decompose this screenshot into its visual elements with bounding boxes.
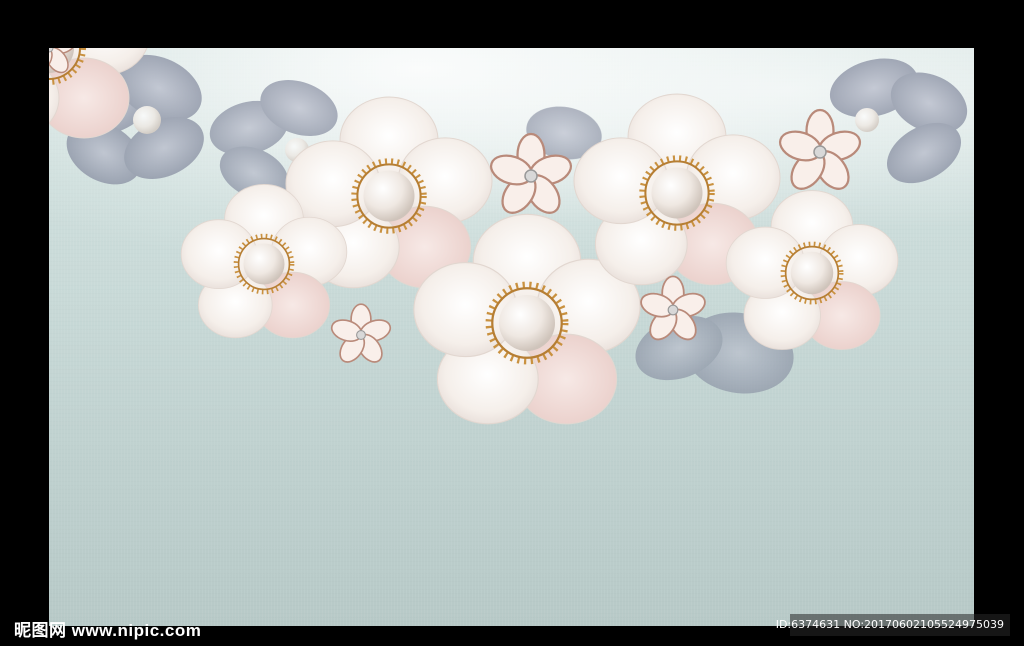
logo-url: www.nipic.com xyxy=(71,621,202,640)
wallpaper-canvas xyxy=(49,48,974,626)
enamel-flower-2 xyxy=(775,108,865,197)
image-id-stamp: ID:6374631 NO:20170602105524975039 xyxy=(775,618,1004,631)
logo-cn: 昵图网 xyxy=(14,621,67,641)
flower-arrangement xyxy=(49,48,968,626)
site-logo: 昵图网 www.nipic.com xyxy=(14,616,201,641)
enamel-flower-3 xyxy=(328,303,394,368)
